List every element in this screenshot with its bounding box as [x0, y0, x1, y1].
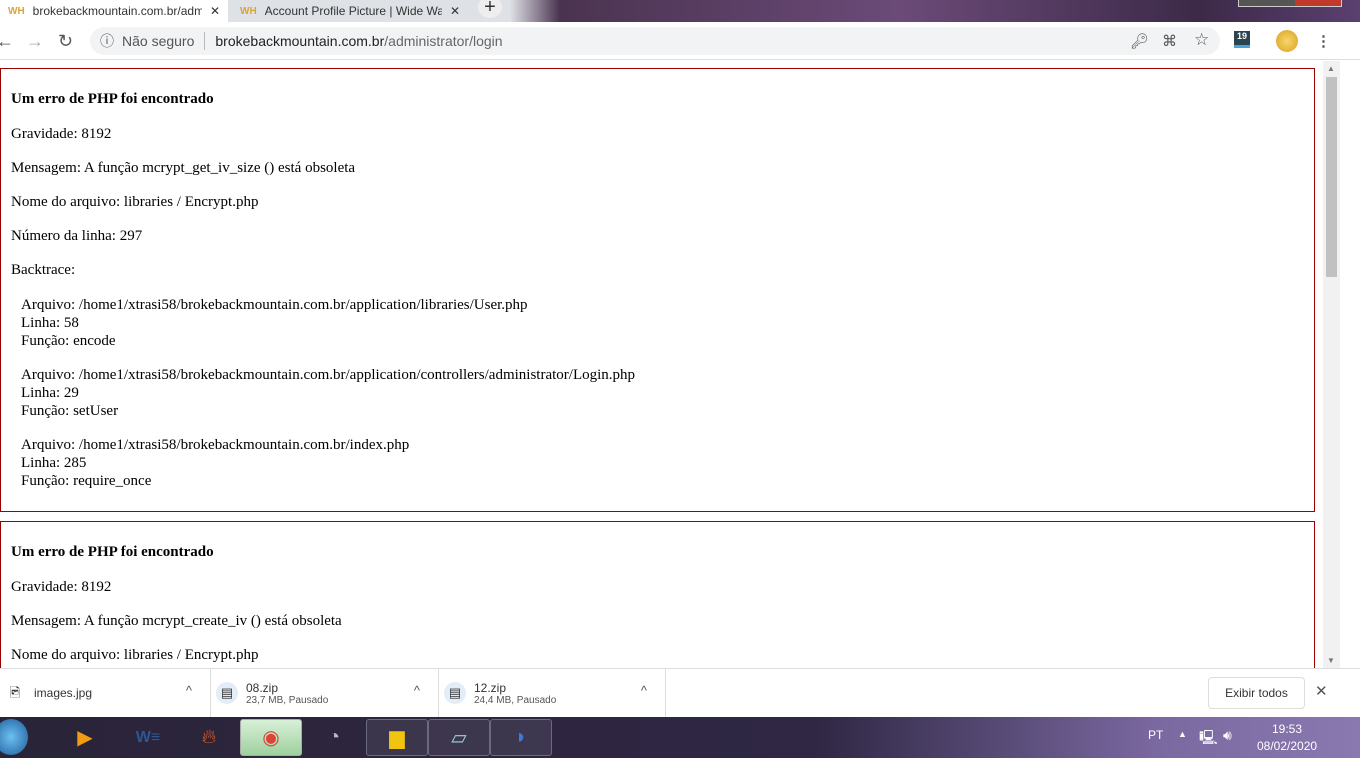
error-message: Mensagem: A função mcrypt_get_iv_size ()… [11, 160, 356, 176]
download-item[interactable]: ▤ 12.zip 24,4 MB, Pausado ^ [440, 669, 666, 717]
error-line: Número da linha: 297 [11, 228, 143, 244]
back-icon[interactable]: ← [0, 31, 14, 52]
key-icon[interactable]: 🔑︎ [1130, 32, 1149, 50]
url-path: /administrator/login [384, 33, 503, 49]
download-item[interactable]: 🖻 images.jpg ^ [0, 669, 211, 717]
bookmark-star-icon[interactable]: ☆ [1194, 30, 1209, 50]
chevron-up-icon[interactable]: ^ [414, 683, 420, 698]
notepad-icon[interactable]: ▱ [428, 719, 490, 756]
download-status: 23,7 MB, Pausado [246, 694, 329, 706]
backtrace-entry: Arquivo: /home1/xtrasi58/brokebackmounta… [21, 366, 1304, 420]
backtrace-entry: Arquivo: /home1/xtrasi58/brokebackmounta… [21, 436, 1304, 490]
chrome-icon[interactable]: ◉ [240, 719, 302, 756]
word-icon[interactable]: W≡ [117, 719, 179, 756]
chevron-up-icon[interactable]: ^ [641, 683, 647, 698]
scroll-down-icon[interactable]: ▼ [1327, 656, 1335, 665]
profile-avatar[interactable] [1276, 30, 1298, 52]
download-status: 24,4 MB, Pausado [474, 694, 557, 706]
tab-close-icon[interactable]: ✕ [450, 4, 460, 18]
new-tab-button[interactable]: + [478, 0, 502, 18]
bt-file: Arquivo: /home1/xtrasi58/brokebackmounta… [21, 367, 636, 383]
show-all-downloads-button[interactable]: Exibir todos [1208, 677, 1305, 709]
window-close-button[interactable] [1295, 0, 1341, 6]
page-content: Um erro de PHP foi encontrado Gravidade:… [0, 61, 1323, 668]
language-indicator[interactable]: PT [1148, 728, 1163, 742]
close-shelf-icon[interactable]: ✕ [1315, 682, 1328, 700]
clock-time[interactable]: 19:53 [1272, 722, 1302, 736]
bt-line: Linha: 58 [21, 315, 79, 331]
divider [204, 32, 206, 50]
menu-icon[interactable]: ⋮ [1316, 32, 1331, 50]
file-explorer-icon[interactable]: ▆ [366, 719, 428, 756]
bt-function: Função: require_once [21, 473, 152, 489]
error-filename: Nome do arquivo: libraries / Encrypt.php [11, 194, 259, 210]
winrar-archive-icon: ▤ [444, 682, 466, 704]
error-heading: Um erro de PHP foi encontrado [11, 544, 214, 560]
error-filename: Nome do arquivo: libraries / Encrypt.php [11, 647, 259, 663]
download-item[interactable]: ▤ 08.zip 23,7 MB, Pausado ^ [212, 669, 439, 717]
site-favicon-icon: WH [240, 5, 257, 17]
forward-icon[interactable]: → [26, 31, 44, 52]
tab-close-icon[interactable]: ✕ [210, 4, 220, 18]
toolbar: ← → ↻ ⓘ Não seguro brokebackmountain.com… [0, 22, 1360, 60]
error-heading: Um erro de PHP foi encontrado [11, 91, 214, 107]
vertical-scrollbar[interactable]: ▲ ▼ [1323, 61, 1340, 668]
clock-date[interactable]: 08/02/2020 [1257, 739, 1317, 753]
security-label[interactable]: Não seguro [122, 33, 194, 49]
bt-file: Arquivo: /home1/xtrasi58/brokebackmounta… [21, 437, 410, 453]
winrar-archive-icon: ▤ [216, 682, 238, 704]
firewall-app-icon[interactable]: 🔥︎ [178, 719, 240, 756]
url-host: brokebackmountain.com.br [215, 33, 385, 49]
php-error-box: Um erro de PHP foi encontrado Gravidade:… [0, 521, 1315, 668]
photo-app-icon[interactable]: ◔ [303, 719, 365, 756]
windows-taskbar: ▶ W≡ 🔥︎ ◉ ◔ ▆ ▱ ◗ PT ▲ 🖳︎ 🔊︎ 19:53 08/02… [0, 717, 1360, 758]
tab-title: brokebackmountain.com.br/adm [32, 4, 202, 18]
tab-admin-login[interactable]: WH brokebackmountain.com.br/adm ✕ [0, 0, 228, 22]
tab-account-profile[interactable]: WH Account Profile Picture | Wide Wa ✕ [232, 0, 468, 22]
bt-line: Linha: 285 [21, 455, 87, 471]
info-icon[interactable]: ⓘ [100, 31, 114, 51]
volume-icon[interactable]: 🔊︎ [1223, 727, 1232, 744]
tray-expand-icon[interactable]: ▲ [1178, 729, 1187, 739]
download-name: 12.zip [474, 680, 507, 695]
start-button[interactable] [0, 719, 28, 755]
php-error-box: Um erro de PHP foi encontrado Gravidade:… [0, 68, 1315, 512]
image-file-icon: 🖻 [9, 685, 21, 700]
bt-file: Arquivo: /home1/xtrasi58/brokebackmounta… [21, 297, 528, 313]
bt-line: Linha: 29 [21, 385, 79, 401]
calendar-extension-icon[interactable]: 19 [1234, 31, 1250, 48]
scrollbar-thumb[interactable] [1326, 77, 1337, 277]
download-name: images.jpg [34, 686, 93, 700]
network-icon[interactable]: 🖳︎ [1199, 727, 1218, 751]
tab-title: Account Profile Picture | Wide Wa [264, 4, 442, 18]
chevron-up-icon[interactable]: ^ [186, 683, 192, 698]
address-bar[interactable]: ⓘ Não seguro brokebackmountain.com.br/ad… [90, 27, 1220, 55]
dreamweaver-icon[interactable]: ◗ [490, 719, 552, 756]
translate-icon[interactable]: ⌘ [1162, 32, 1177, 50]
download-name: 08.zip [246, 680, 279, 695]
error-severity: Gravidade: 8192 [11, 579, 112, 595]
screen-bottom-strip [0, 758, 1360, 768]
error-severity: Gravidade: 8192 [11, 126, 112, 142]
download-shelf: 🖻 images.jpg ^ ▤ 08.zip 23,7 MB, Pausado … [0, 668, 1360, 717]
site-favicon-icon: WH [8, 5, 25, 17]
scroll-up-icon[interactable]: ▲ [1327, 64, 1335, 73]
window-controls[interactable] [1238, 0, 1342, 7]
tab-strip: WH brokebackmountain.com.br/adm ✕ WH Acc… [0, 0, 1360, 22]
backtrace-label: Backtrace: [11, 262, 76, 278]
reload-icon[interactable]: ↻ [58, 31, 73, 52]
error-message: Mensagem: A função mcrypt_create_iv () e… [11, 613, 342, 629]
bt-function: Função: setUser [21, 403, 119, 419]
media-player-icon[interactable]: ▶ [54, 719, 116, 756]
bt-function: Função: encode [21, 333, 116, 349]
backtrace-entry: Arquivo: /home1/xtrasi58/brokebackmounta… [21, 296, 1304, 350]
